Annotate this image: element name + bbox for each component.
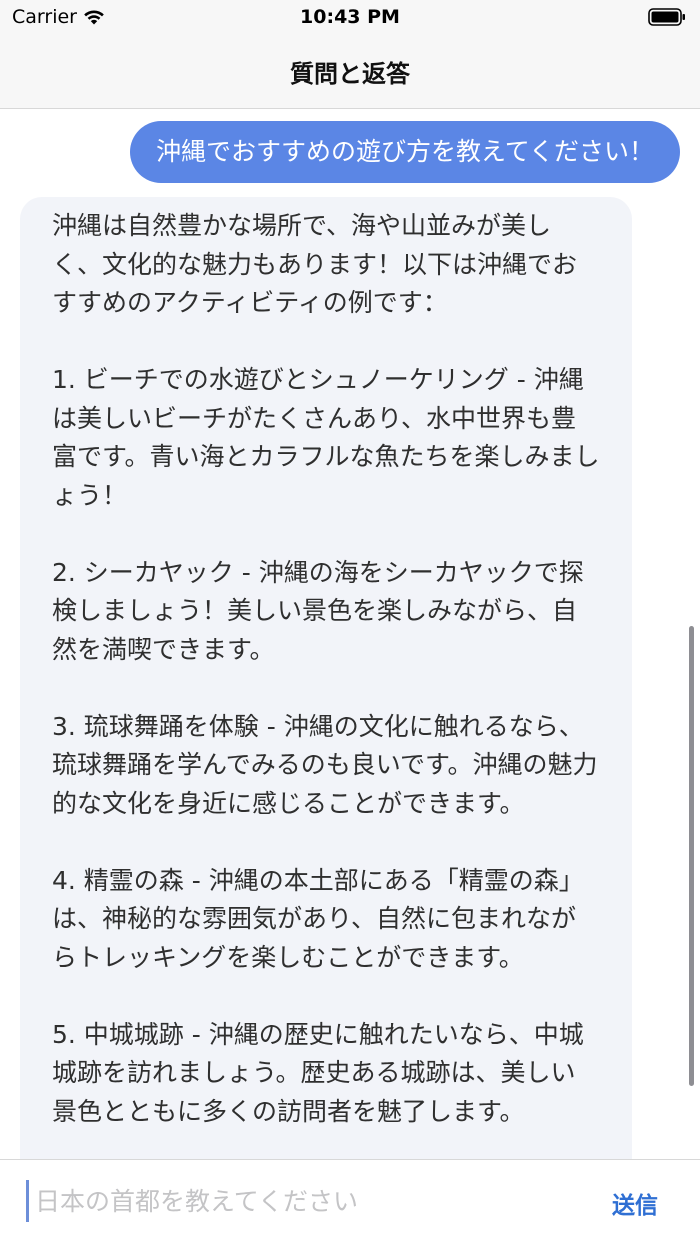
vertical-scrollbar[interactable] (689, 626, 694, 1086)
page-title: 質問と返答 (290, 60, 410, 88)
assistant-item-3: 3. 琉球舞踊を体験 - 沖縄の文化に触れるなら、琉球舞踊を学んでみるのも良いで… (52, 711, 598, 818)
user-message-bubble: 沖縄でおすすめの遊び方を教えてください！ (129, 121, 680, 183)
navigation-bar: 質問と返答 (0, 36, 700, 109)
assistant-message-text: 沖縄は自然豊かな場所で、海や山並みが美しく、文化的な魅力もあります！以下は沖縄で… (52, 207, 600, 1131)
send-button[interactable]: 送信 (612, 1186, 658, 1220)
assistant-item-2: 2. シーカヤック - 沖縄の海をシーカヤックで探検しましょう！美しい景色を楽し… (52, 557, 584, 664)
chat-scroll-view[interactable]: 沖縄でおすすめの遊び方を教えてください！ 沖縄は自然豊かな場所で、海や山並みが美… (0, 109, 700, 1159)
status-time: 10:43 PM (300, 6, 400, 28)
message-input-bar: 送信 (0, 1159, 700, 1245)
assistant-item-5: 5. 中城城跡 - 沖縄の歴史に触れたいなら、中城城跡を訪れましょう。歴史ある城… (52, 1019, 584, 1126)
question-input[interactable] (26, 1180, 575, 1222)
assistant-item-1: 1. ビーチでの水遊びとシュノーケリング - 沖縄は美しいビーチがたくさんあり、… (52, 365, 600, 510)
assistant-intro: 沖縄は自然豊かな場所で、海や山並みが美しく、文化的な魅力もあります！以下は沖縄で… (52, 211, 578, 317)
battery-icon (648, 8, 686, 30)
assistant-message-bubble: 沖縄は自然豊かな場所で、海や山並みが美しく、文化的な魅力もあります！以下は沖縄で… (20, 197, 632, 1159)
status-bar: Carrier 10:43 PM (0, 0, 700, 36)
assistant-item-4: 4. 精霊の森 - 沖縄の本土部にある「精霊の森」は、神秘的な雰囲気があり、自然… (52, 865, 584, 972)
